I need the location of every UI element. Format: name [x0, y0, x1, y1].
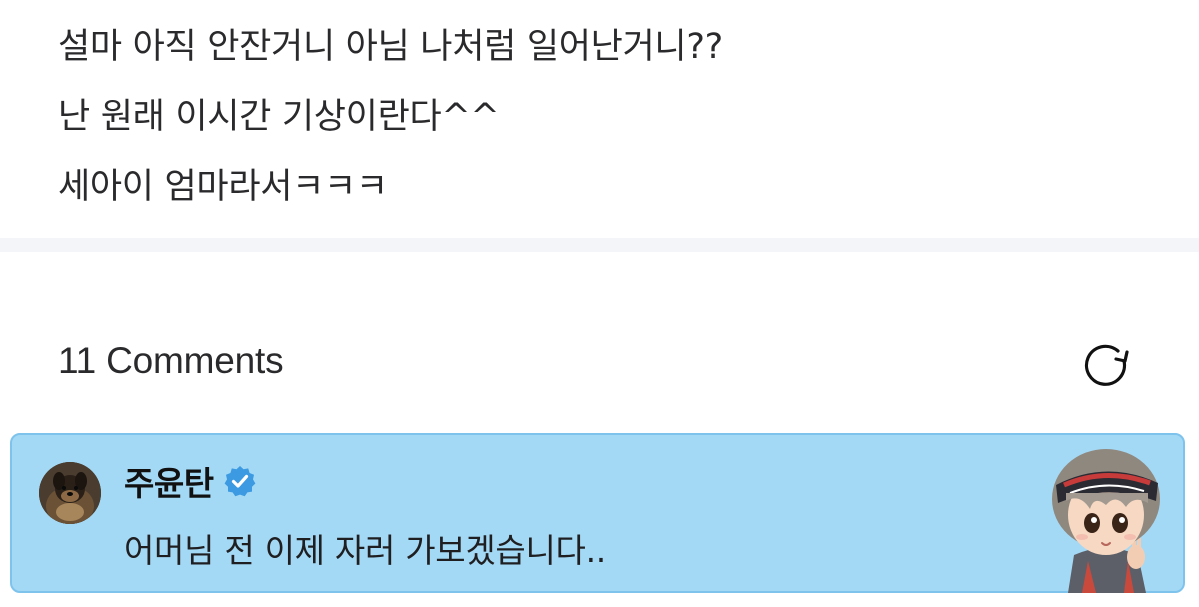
post-body: 설마 아직 안잔거니 아님 나처럼 일어난거니?? 난 원래 이시간 기상이란다… [0, 0, 1199, 238]
verified-badge-icon [224, 466, 255, 497]
comment-card[interactable]: 주윤탄 어머님 전 이제 자러 가보겠습니다.. [10, 433, 1185, 593]
post-text-line: 난 원래 이시간 기상이란다^^ [58, 97, 500, 137]
section-divider [0, 238, 1199, 252]
comments-count: 11 Comments [58, 340, 284, 381]
comment-text: 어머님 전 이제 자러 가보겠습니다.. [124, 531, 606, 570]
post-text-line: 설마 아직 안잔거니 아님 나처럼 일어난거니?? [58, 27, 723, 67]
bottom-spacer [0, 593, 1199, 607]
refresh-button[interactable] [1078, 337, 1134, 393]
comment-author-name[interactable]: 주윤탄 [124, 457, 214, 505]
comments-header: 11 Comments [0, 252, 1199, 432]
dog-avatar-icon [39, 462, 101, 524]
comment-author-row: 주윤탄 [124, 461, 257, 503]
post-text-line: 세아이 엄마라서ㅋㅋㅋ [58, 167, 388, 207]
refresh-icon [1084, 344, 1129, 386]
character-sticker-icon [1052, 449, 1160, 593]
character-sticker [1030, 443, 1182, 593]
avatar[interactable] [39, 462, 101, 524]
